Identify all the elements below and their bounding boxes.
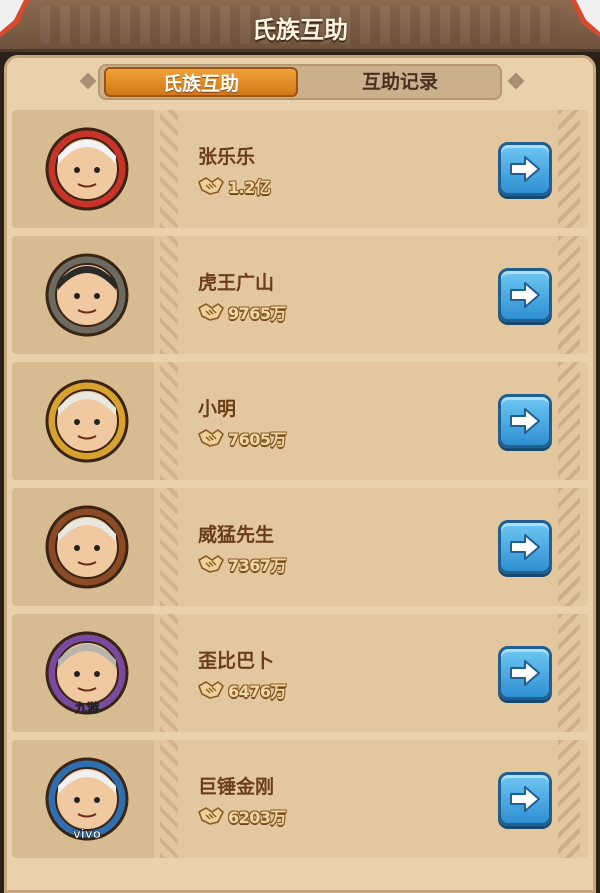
row-divider-pattern [160, 236, 178, 354]
avatar-skull-mask-icon[interactable] [44, 504, 130, 590]
go-button[interactable] [498, 394, 552, 448]
row-edge-pattern [558, 740, 580, 858]
member-power-value: 7367万 [228, 556, 287, 575]
member-row-6: vivo 巨锤金刚 6203万 [12, 740, 588, 858]
row-divider-pattern [160, 740, 178, 858]
arrow-right-icon [510, 660, 540, 686]
member-row-1: 张乐乐 1.2亿 [12, 110, 588, 228]
avatar-skull-mask-icon[interactable] [44, 378, 130, 464]
row-edge-pattern [558, 110, 580, 228]
handshake-icon [198, 681, 224, 699]
row-edge-pattern [558, 236, 580, 354]
handshake-icon [198, 177, 224, 195]
tab-bar: 氏族互助 互助记录 [98, 64, 502, 100]
go-button[interactable] [498, 646, 552, 700]
member-power-value: 6476万 [228, 682, 287, 701]
member-name: 威猛先生 [198, 524, 275, 546]
row-edge-pattern [558, 614, 580, 732]
row-edge-pattern [558, 362, 580, 480]
arrow-right-icon [510, 156, 540, 182]
handshake-icon [198, 303, 224, 321]
row-edge-pattern [558, 488, 580, 606]
avatar-bearded-elder-icon[interactable]: 九游 [44, 630, 130, 716]
avatar-box-head-icon[interactable]: vivo [44, 756, 130, 842]
member-name: 张乐乐 [198, 146, 256, 168]
row-divider-pattern [160, 488, 178, 606]
member-power: 9765万 [198, 300, 287, 324]
member-row-5: 九游 歪比巴卜 6476万 [12, 614, 588, 732]
member-power: 7605万 [198, 426, 287, 450]
tab-assist-records[interactable]: 互助记录 [300, 66, 500, 98]
member-list: 张乐乐 1.2亿 虎王广山 9765万 小明 7605万 威猛先生 7367万 … [12, 110, 588, 866]
member-power-value: 7605万 [228, 430, 287, 449]
arrow-right-icon [510, 534, 540, 560]
tab-clan-assist[interactable]: 氏族互助 [104, 67, 298, 97]
member-power-value: 9765万 [228, 304, 287, 323]
member-power: 6476万 [198, 678, 287, 702]
arrow-right-icon [510, 786, 540, 812]
avatar-badge: 九游 [74, 700, 99, 715]
top-bar: 氏族互助 [0, 0, 600, 52]
arrow-right-icon [510, 282, 540, 308]
arrow-right-icon [510, 408, 540, 434]
row-divider-pattern [160, 110, 178, 228]
avatar-hooded-warrior-icon[interactable] [44, 126, 130, 212]
row-divider-pattern [160, 362, 178, 480]
member-row-3: 小明 7605万 [12, 362, 588, 480]
go-button[interactable] [498, 772, 552, 826]
member-power: 1.2亿 [198, 174, 271, 198]
go-button[interactable] [498, 142, 552, 196]
member-power: 6203万 [198, 804, 287, 828]
member-row-2: 虎王广山 9765万 [12, 236, 588, 354]
avatar-badge: vivo [73, 827, 101, 841]
go-button[interactable] [498, 520, 552, 574]
member-name: 巨锤金刚 [198, 776, 275, 798]
avatar-tribal-woman-icon[interactable] [44, 252, 130, 338]
member-power: 7367万 [198, 552, 287, 576]
handshake-icon [198, 555, 224, 573]
member-name: 小明 [198, 398, 237, 420]
member-power-value: 6203万 [228, 808, 287, 827]
page-title: 氏族互助 [252, 16, 348, 44]
handshake-icon [198, 429, 224, 447]
row-divider-pattern [160, 614, 178, 732]
member-row-4: 威猛先生 7367万 [12, 488, 588, 606]
member-name: 歪比巴卜 [198, 650, 275, 672]
member-name: 虎王广山 [198, 272, 275, 294]
go-button[interactable] [498, 268, 552, 322]
handshake-icon [198, 807, 224, 825]
member-power-value: 1.2亿 [228, 178, 271, 197]
